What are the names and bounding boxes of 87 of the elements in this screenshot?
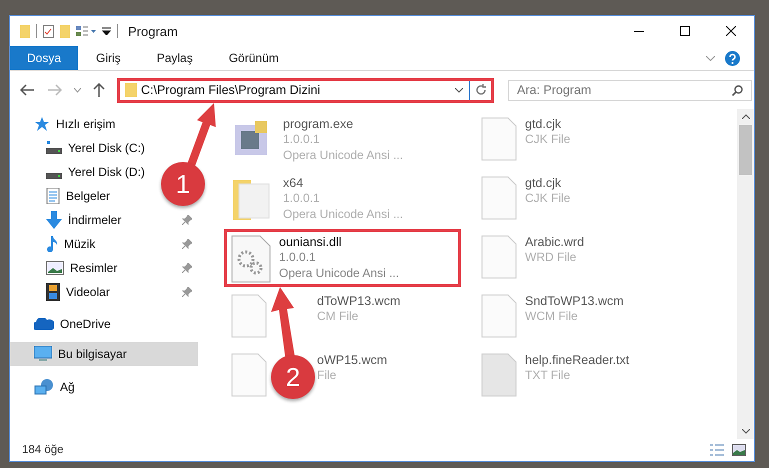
nav-item[interactable]: Hızlı erişim [10, 112, 122, 136]
film-icon [46, 283, 60, 301]
nav-item[interactable]: Müzik [10, 232, 198, 256]
file-detail: CM File [317, 308, 360, 324]
download-icon [46, 211, 62, 229]
customize-caret-icon[interactable] [102, 27, 111, 35]
expand-ribbon-icon[interactable] [706, 56, 715, 60]
file-name[interactable]: Arabic.wrd [525, 235, 584, 249]
settings-file-icon [231, 235, 271, 283]
dropdown-caret-icon[interactable] [455, 88, 463, 92]
nav-item[interactable]: Yerel Disk (D:) [10, 160, 151, 184]
file-detail: Opera Unicode Ansi ... [283, 147, 404, 163]
address-bar[interactable]: C:\Program Files\Program Dizini [117, 78, 494, 102]
scroll-down-icon[interactable] [742, 429, 750, 434]
file-detail: CJK File [525, 190, 570, 206]
nav-item[interactable]: Ağ [10, 375, 81, 399]
file-detail: CJK File [525, 131, 570, 147]
ribbon-tab[interactable]: Dosya [10, 46, 78, 70]
pin-icon [182, 215, 192, 225]
file-detail: 1.0.0.1 [279, 249, 317, 265]
properties-icon[interactable] [43, 24, 54, 38]
file-detail: Opera Unicode Ansi ... [283, 206, 404, 222]
star-icon [34, 116, 50, 132]
pin-icon [182, 263, 192, 273]
document-icon [46, 188, 60, 204]
file-detail: WRD File [525, 249, 578, 265]
ribbon-tab[interactable]: Giriş [78, 46, 139, 70]
scroll-up-icon[interactable] [742, 114, 750, 119]
ribbon-tab[interactable]: Görünüm [210, 46, 297, 70]
file-icon [481, 353, 517, 397]
scrollbar[interactable] [737, 109, 754, 439]
minimize-icon [634, 30, 644, 32]
pin-icon [182, 239, 192, 249]
file-name[interactable]: SndToWP13.wcm [525, 294, 624, 308]
file-detail: Opera Unicode Ansi ... [279, 265, 400, 281]
network-icon [34, 378, 54, 396]
nav-item[interactable]: Videolar [10, 280, 198, 304]
file-name[interactable]: ouniansi.dll [279, 235, 400, 249]
nav-item[interactable]: İndirmeler [10, 208, 198, 232]
nav-item[interactable]: Belgeler [10, 184, 116, 208]
file-detail: TXT File [525, 367, 572, 383]
close-icon [726, 26, 736, 36]
file-detail: File [317, 367, 338, 383]
cloud-icon [34, 318, 54, 330]
recent-caret-icon[interactable] [74, 88, 81, 92]
file-icon [481, 176, 517, 220]
file-name[interactable]: gtd.cjk [525, 176, 570, 190]
file-detail: WCM File [525, 308, 579, 324]
file-icon [481, 235, 517, 279]
file-name[interactable]: program.exe [283, 117, 404, 131]
file-name[interactable]: oWP15.wcm [317, 353, 388, 367]
help-icon[interactable] [725, 50, 740, 66]
ribbon-tab[interactable]: Paylaş [138, 46, 211, 70]
scroll-thumb[interactable] [739, 125, 752, 175]
window-title: Program [128, 24, 178, 38]
highlighted-file-item[interactable]: ouniansi.dll 1.0.0.1 Opera Unicode Ansi ... [224, 229, 461, 287]
maximize-icon [680, 26, 690, 36]
nav-item[interactable]: Resimler [10, 256, 198, 280]
file-detail: 1.0.0.1 [283, 190, 321, 206]
search-field[interactable]: Ara: Program [508, 80, 752, 100]
details-view-icon[interactable] [710, 444, 724, 456]
pin-icon [182, 287, 192, 297]
file-icon [231, 294, 267, 338]
file-icon [481, 294, 517, 338]
file-name[interactable]: gtd.cjk [525, 117, 570, 131]
view-caret-icon[interactable] [76, 25, 96, 37]
folder-icon [125, 83, 137, 97]
file-detail: 1.0.0.1 [283, 131, 321, 147]
file-icon [231, 353, 267, 397]
nav-item[interactable]: OneDrive [10, 312, 117, 336]
drive-icon [46, 172, 62, 178]
drive-icon [46, 141, 62, 155]
up-icon[interactable] [93, 83, 105, 97]
refresh-icon [474, 84, 486, 96]
file-name[interactable]: help.fineReader.txt [525, 353, 630, 367]
large-icons-view-icon[interactable] [732, 444, 746, 456]
music-icon [46, 236, 58, 252]
nav-item[interactable]: Bu bilgisayar [10, 342, 198, 366]
search-icon[interactable] [732, 84, 743, 96]
file-name[interactable]: dToWP13.wcm [317, 294, 400, 308]
monitor-icon [34, 346, 52, 362]
picture-icon [46, 261, 64, 275]
file-icon [481, 117, 517, 161]
nav-item[interactable]: Yerel Disk (C:) [10, 136, 151, 160]
item-count: 184 öğe [22, 444, 64, 456]
back-icon[interactable] [20, 84, 34, 96]
file-name[interactable]: x64 [283, 176, 404, 190]
